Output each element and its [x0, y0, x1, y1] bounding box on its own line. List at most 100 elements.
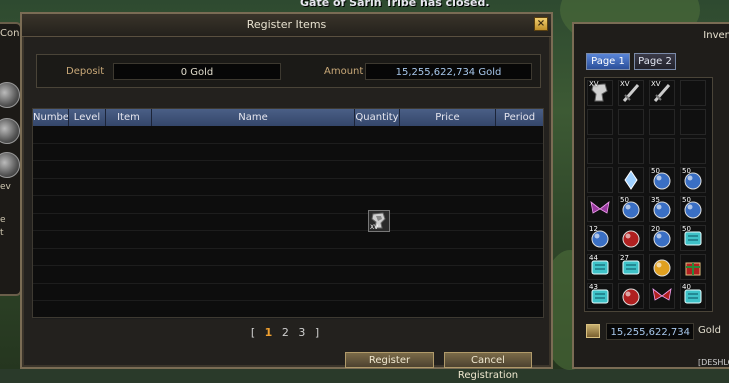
system-message: Gate of Sarin Tribe has closed. — [300, 0, 490, 9]
cancel-registration-button[interactable]: Cancel Registration — [444, 352, 532, 381]
stack-count: 50 — [682, 196, 691, 204]
inventory-title: Inven — [703, 30, 729, 41]
blue-gem-icon[interactable]: 20 — [649, 225, 675, 251]
register-button[interactable]: Register — [345, 352, 434, 368]
stack-count: 50 — [682, 167, 691, 175]
left-panel-text: t — [0, 228, 4, 238]
empty-slot[interactable] — [618, 109, 644, 135]
table-row[interactable] — [33, 231, 543, 249]
register-items-dialog: Register Items × Deposit 0 Gold Amount 1… — [20, 12, 553, 381]
empty-slot[interactable] — [649, 109, 675, 135]
table-row[interactable] — [33, 249, 543, 266]
stack-count: 35 — [651, 196, 660, 204]
gold-icon[interactable] — [586, 324, 600, 338]
table-row[interactable] — [33, 144, 543, 161]
stack-count: 43 — [589, 283, 598, 291]
table-row[interactable] — [33, 266, 543, 284]
red-gem-icon[interactable] — [618, 225, 644, 251]
pager-close-bracket: ] — [314, 326, 323, 339]
orb-icon[interactable]: 50 — [649, 167, 675, 193]
inventory-grid: XV XV XV 50 50 50 35 50 12 20 50 44 27 43 40 — [584, 77, 713, 312]
empty-slot[interactable] — [587, 167, 613, 193]
empty-slot[interactable] — [680, 80, 706, 106]
item-badge: XV — [370, 224, 379, 231]
column-header-level[interactable]: Level — [69, 109, 106, 126]
orb-icon[interactable]: 12 — [587, 225, 613, 251]
stack-count: 44 — [589, 254, 598, 262]
orb-icon[interactable]: 35 — [649, 196, 675, 222]
stack-count: 50 — [620, 196, 629, 204]
left-panel-text: ev — [0, 182, 11, 192]
list-header: Number Level Item Name Quantity Price Pe… — [33, 109, 543, 126]
table-row[interactable] — [33, 214, 543, 231]
stack-count: XV — [651, 80, 661, 88]
list-rows — [33, 126, 543, 319]
gold-orb-icon[interactable] — [649, 254, 675, 280]
stack-count: XV — [620, 80, 630, 88]
stack-count: 12 — [589, 225, 598, 233]
stack-count: 50 — [682, 225, 691, 233]
gold-row: 15,255,622,734 Gold — [584, 322, 729, 342]
empty-slot[interactable] — [649, 138, 675, 164]
page-link-3[interactable]: 3 — [298, 326, 308, 339]
column-header-number[interactable]: Number — [33, 109, 69, 126]
stack-count: 27 — [620, 254, 629, 262]
page-link-2[interactable]: 2 — [282, 326, 292, 339]
column-header-period[interactable]: Period — [496, 109, 543, 126]
dialog-title: Register Items — [22, 14, 551, 37]
sword-icon[interactable]: XV — [649, 80, 675, 106]
stack-count: XV — [589, 80, 599, 88]
tab-page-1[interactable]: Page 1 — [586, 53, 630, 70]
tab-page-2[interactable]: Page 2 — [634, 53, 676, 70]
gold-unit: Gold — [698, 325, 721, 336]
table-row[interactable] — [33, 161, 543, 179]
inventory-footer-text: [DESHLO1b — [698, 358, 729, 367]
pager-open-bracket: [ — [250, 326, 259, 339]
column-header-price[interactable]: Price — [400, 109, 496, 126]
wings-icon[interactable] — [587, 196, 613, 222]
orb-icon[interactable]: 50 — [618, 196, 644, 222]
empty-slot[interactable] — [680, 138, 706, 164]
armor-icon[interactable]: XV — [587, 80, 613, 106]
orb-icon[interactable]: 50 — [680, 167, 706, 193]
column-header-quantity[interactable]: Quantity — [355, 109, 400, 126]
armor-piece-icon[interactable]: XV — [368, 210, 390, 232]
scroll-icon[interactable]: 40 — [680, 283, 706, 309]
scroll-icon[interactable]: 44 — [587, 254, 613, 280]
stack-count: 20 — [651, 225, 660, 233]
page-link-1[interactable]: 1 — [265, 326, 276, 339]
orb-icon[interactable]: 50 — [680, 196, 706, 222]
registration-list: Number Level Item Name Quantity Price Pe… — [32, 108, 544, 319]
column-header-item[interactable]: Item — [106, 109, 152, 126]
amount-field: 15,255,622,734 Gold — [365, 63, 532, 80]
left-panel-text: e — [0, 215, 6, 225]
column-header-name[interactable]: Name — [152, 109, 355, 126]
sword-icon[interactable]: XV — [618, 80, 644, 106]
empty-slot[interactable] — [587, 138, 613, 164]
table-row[interactable] — [33, 179, 543, 196]
pagination: [ 1 2 3 ] — [22, 326, 551, 339]
empty-slot[interactable] — [587, 109, 613, 135]
deposit-label: Deposit — [66, 66, 105, 77]
crystal-icon[interactable] — [618, 167, 644, 193]
amount-label: Amount — [324, 66, 364, 77]
gift-box-icon[interactable] — [680, 254, 706, 280]
deposit-amount-box: Deposit 0 Gold Amount 15,255,622,734 Gol… — [36, 54, 541, 88]
scroll-icon[interactable]: 27 — [618, 254, 644, 280]
table-row[interactable] — [33, 301, 543, 319]
close-icon[interactable]: × — [534, 17, 548, 31]
stack-count: 50 — [651, 167, 660, 175]
scroll-icon[interactable]: 50 — [680, 225, 706, 251]
gold-amount: 15,255,622,734 — [606, 323, 694, 340]
empty-slot[interactable] — [680, 109, 706, 135]
stack-count: 40 — [682, 283, 691, 291]
table-row[interactable] — [33, 284, 543, 301]
red-gem-icon[interactable] — [618, 283, 644, 309]
inventory-panel: Inven Page 1 Page 2 XV XV XV 50 50 50 35 50 12 20… — [572, 22, 729, 369]
empty-slot[interactable] — [618, 138, 644, 164]
table-row[interactable] — [33, 196, 543, 214]
wings-icon[interactable] — [649, 283, 675, 309]
scroll-icon[interactable]: 43 — [587, 283, 613, 309]
table-row[interactable] — [33, 126, 543, 144]
deposit-field: 0 Gold — [113, 63, 281, 80]
